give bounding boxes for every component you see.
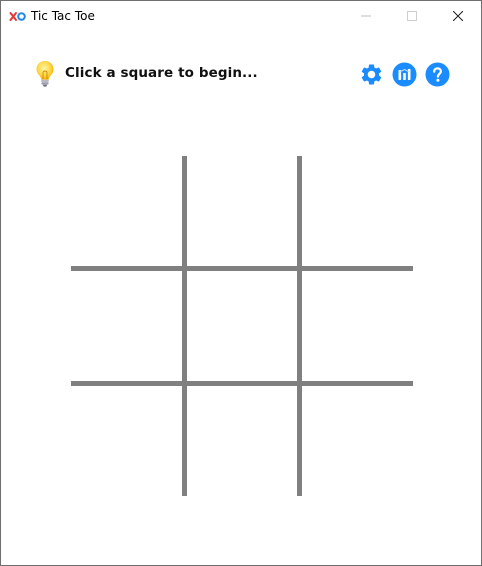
- board-cell[interactable]: [187, 156, 297, 266]
- board-cell[interactable]: [187, 386, 297, 496]
- app-logo-icon: [9, 12, 26, 21]
- board-cell[interactable]: [302, 156, 413, 266]
- close-button[interactable]: [435, 1, 481, 32]
- board-cell[interactable]: [302, 271, 413, 381]
- help-button[interactable]: [425, 62, 450, 87]
- board-cell[interactable]: [71, 156, 182, 266]
- board-cell[interactable]: [187, 271, 297, 381]
- statistics-button[interactable]: [392, 62, 417, 87]
- minimize-button[interactable]: [343, 1, 389, 32]
- question-mark-icon: [425, 62, 450, 87]
- settings-button[interactable]: [359, 62, 384, 87]
- game-board: [71, 156, 413, 496]
- maximize-button[interactable]: [389, 1, 435, 32]
- board-cell[interactable]: [302, 386, 413, 496]
- close-icon: [453, 11, 463, 21]
- window-title: Tic Tac Toe: [31, 9, 95, 23]
- minimize-icon: [361, 15, 371, 17]
- stats-icon: [392, 62, 417, 87]
- gear-icon: [361, 64, 382, 85]
- app-window: Tic Tac Toe Click a square to begin...: [0, 0, 482, 566]
- board-cell[interactable]: [71, 386, 182, 496]
- title-bar[interactable]: Tic Tac Toe: [1, 1, 481, 32]
- board-cell[interactable]: [71, 271, 182, 381]
- game-status-text: Click a square to begin...: [65, 65, 258, 81]
- maximize-icon: [407, 11, 417, 21]
- lightbulb-icon: [36, 61, 54, 87]
